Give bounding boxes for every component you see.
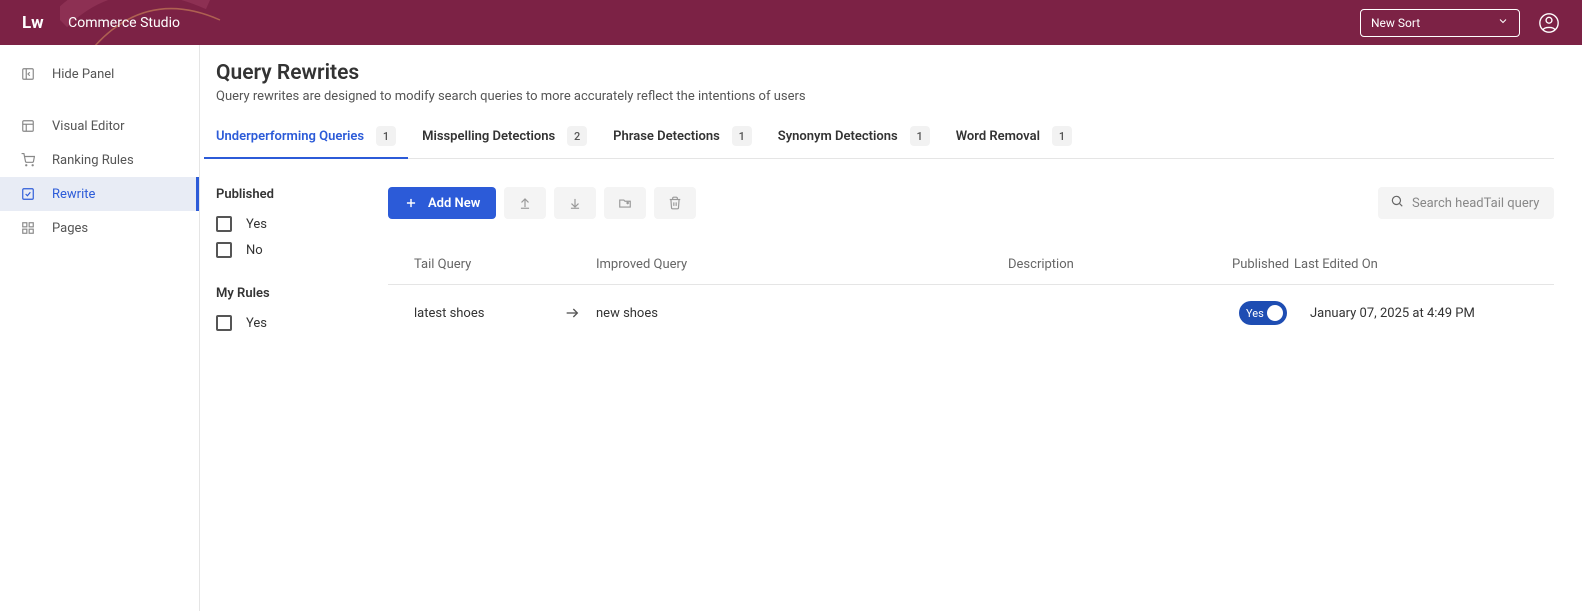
header-select-label: New Sort <box>1371 16 1420 30</box>
download-icon <box>568 196 582 210</box>
tab-misspelling[interactable]: Misspelling Detections 2 <box>422 126 587 158</box>
tab-underperforming[interactable]: Underperforming Queries 1 <box>216 126 396 158</box>
sidebar-item-label: Ranking Rules <box>52 153 134 168</box>
sidebar-item-visual-editor[interactable]: Visual Editor <box>0 109 199 143</box>
checkbox-label: No <box>246 243 263 258</box>
table-header: Tail Query Improved Query Description Pu… <box>388 249 1554 285</box>
sidebar-item-label: Pages <box>52 221 88 236</box>
checkbox-label: Yes <box>246 316 267 331</box>
cell-improved-query: new shoes <box>596 306 1008 321</box>
add-new-button[interactable]: Add New <box>388 187 496 219</box>
app-header: Lw Commerce Studio New Sort <box>0 0 1582 45</box>
sidebar: Hide Panel Visual Editor Ranking Rules R… <box>0 45 200 611</box>
cell-last-edited: January 07, 2025 at 4:49 PM <box>1294 306 1554 321</box>
checkbox-label: Yes <box>246 217 267 232</box>
app-name: Commerce Studio <box>68 15 180 31</box>
filter-published-yes[interactable]: Yes <box>216 216 388 232</box>
main-content: Query Rewrites Query rewrites are design… <box>200 45 1582 611</box>
tab-label: Underperforming Queries <box>216 129 364 144</box>
tab-label: Synonym Detections <box>778 129 898 144</box>
export-button[interactable] <box>604 187 646 219</box>
tab-phrase[interactable]: Phrase Detections 1 <box>613 126 752 158</box>
toolbar: Add New <box>388 187 1554 219</box>
tab-word-removal[interactable]: Word Removal 1 <box>956 126 1072 158</box>
filter-panel: Published Yes No My Rules Yes <box>216 187 388 359</box>
page-description: Query rewrites are designed to modify se… <box>216 89 1554 104</box>
tab-count-badge: 1 <box>376 126 396 146</box>
tab-label: Misspelling Detections <box>422 129 555 144</box>
sidebar-item-rewrite[interactable]: Rewrite <box>0 177 199 211</box>
toggle-knob <box>1267 305 1283 321</box>
checkbox-icon <box>216 216 232 232</box>
filter-published-no[interactable]: No <box>216 242 388 258</box>
sidebar-item-ranking-rules[interactable]: Ranking Rules <box>0 143 199 177</box>
layout-icon <box>20 118 36 134</box>
search-icon <box>1390 194 1404 212</box>
arrow-right-icon <box>564 305 596 321</box>
upload-icon <box>518 196 532 210</box>
tab-count-badge: 1 <box>1052 126 1072 146</box>
published-toggle[interactable]: Yes <box>1239 301 1287 325</box>
sidebar-item-pages[interactable]: Pages <box>0 211 199 245</box>
checkbox-icon <box>216 242 232 258</box>
upload-button[interactable] <box>504 187 546 219</box>
filter-group-title-published: Published <box>216 187 388 202</box>
col-header-description: Description <box>1008 257 1232 272</box>
page-title: Query Rewrites <box>216 61 1554 85</box>
sidebar-hide-panel-label: Hide Panel <box>52 67 114 82</box>
checkbox-icon <box>216 315 232 331</box>
tab-synonym[interactable]: Synonym Detections 1 <box>778 126 930 158</box>
filter-myrules-yes[interactable]: Yes <box>216 315 388 331</box>
table-area: Add New <box>388 187 1554 359</box>
search-box[interactable] <box>1378 187 1554 219</box>
chevron-down-icon <box>1497 15 1509 30</box>
app-logo[interactable]: Lw <box>22 13 44 33</box>
user-icon[interactable] <box>1538 12 1560 34</box>
tabs: Underperforming Queries 1 Misspelling De… <box>216 126 1554 159</box>
grid-icon <box>20 220 36 236</box>
collapse-icon <box>20 66 36 82</box>
col-header-published: Published <box>1232 257 1294 272</box>
sidebar-item-label: Rewrite <box>52 187 95 202</box>
folder-export-icon <box>618 196 632 210</box>
header-select[interactable]: New Sort <box>1360 9 1520 37</box>
col-header-edited: Last Edited On <box>1294 257 1554 272</box>
tab-count-badge: 1 <box>910 126 930 146</box>
sidebar-hide-panel[interactable]: Hide Panel <box>0 55 199 93</box>
delete-button[interactable] <box>654 187 696 219</box>
rewrite-icon <box>20 186 36 202</box>
col-header-tail: Tail Query <box>388 257 596 272</box>
trash-icon <box>668 196 682 210</box>
cell-tail-query: latest shoes <box>388 306 564 321</box>
tab-count-badge: 1 <box>732 126 752 146</box>
tab-label: Word Removal <box>956 129 1040 144</box>
download-button[interactable] <box>554 187 596 219</box>
toggle-label: Yes <box>1246 307 1264 320</box>
sidebar-item-label: Visual Editor <box>52 119 124 134</box>
plus-icon <box>404 196 418 210</box>
cell-published: Yes <box>1232 301 1294 325</box>
tab-count-badge: 2 <box>567 126 587 146</box>
add-new-label: Add New <box>428 196 480 211</box>
table-row[interactable]: latest shoes new shoes Yes January 07, 2… <box>388 285 1554 341</box>
col-header-improved: Improved Query <box>596 257 1008 272</box>
cart-icon <box>20 152 36 168</box>
tab-label: Phrase Detections <box>613 129 720 144</box>
search-input[interactable] <box>1412 196 1542 211</box>
filter-group-title-myrules: My Rules <box>216 286 388 301</box>
